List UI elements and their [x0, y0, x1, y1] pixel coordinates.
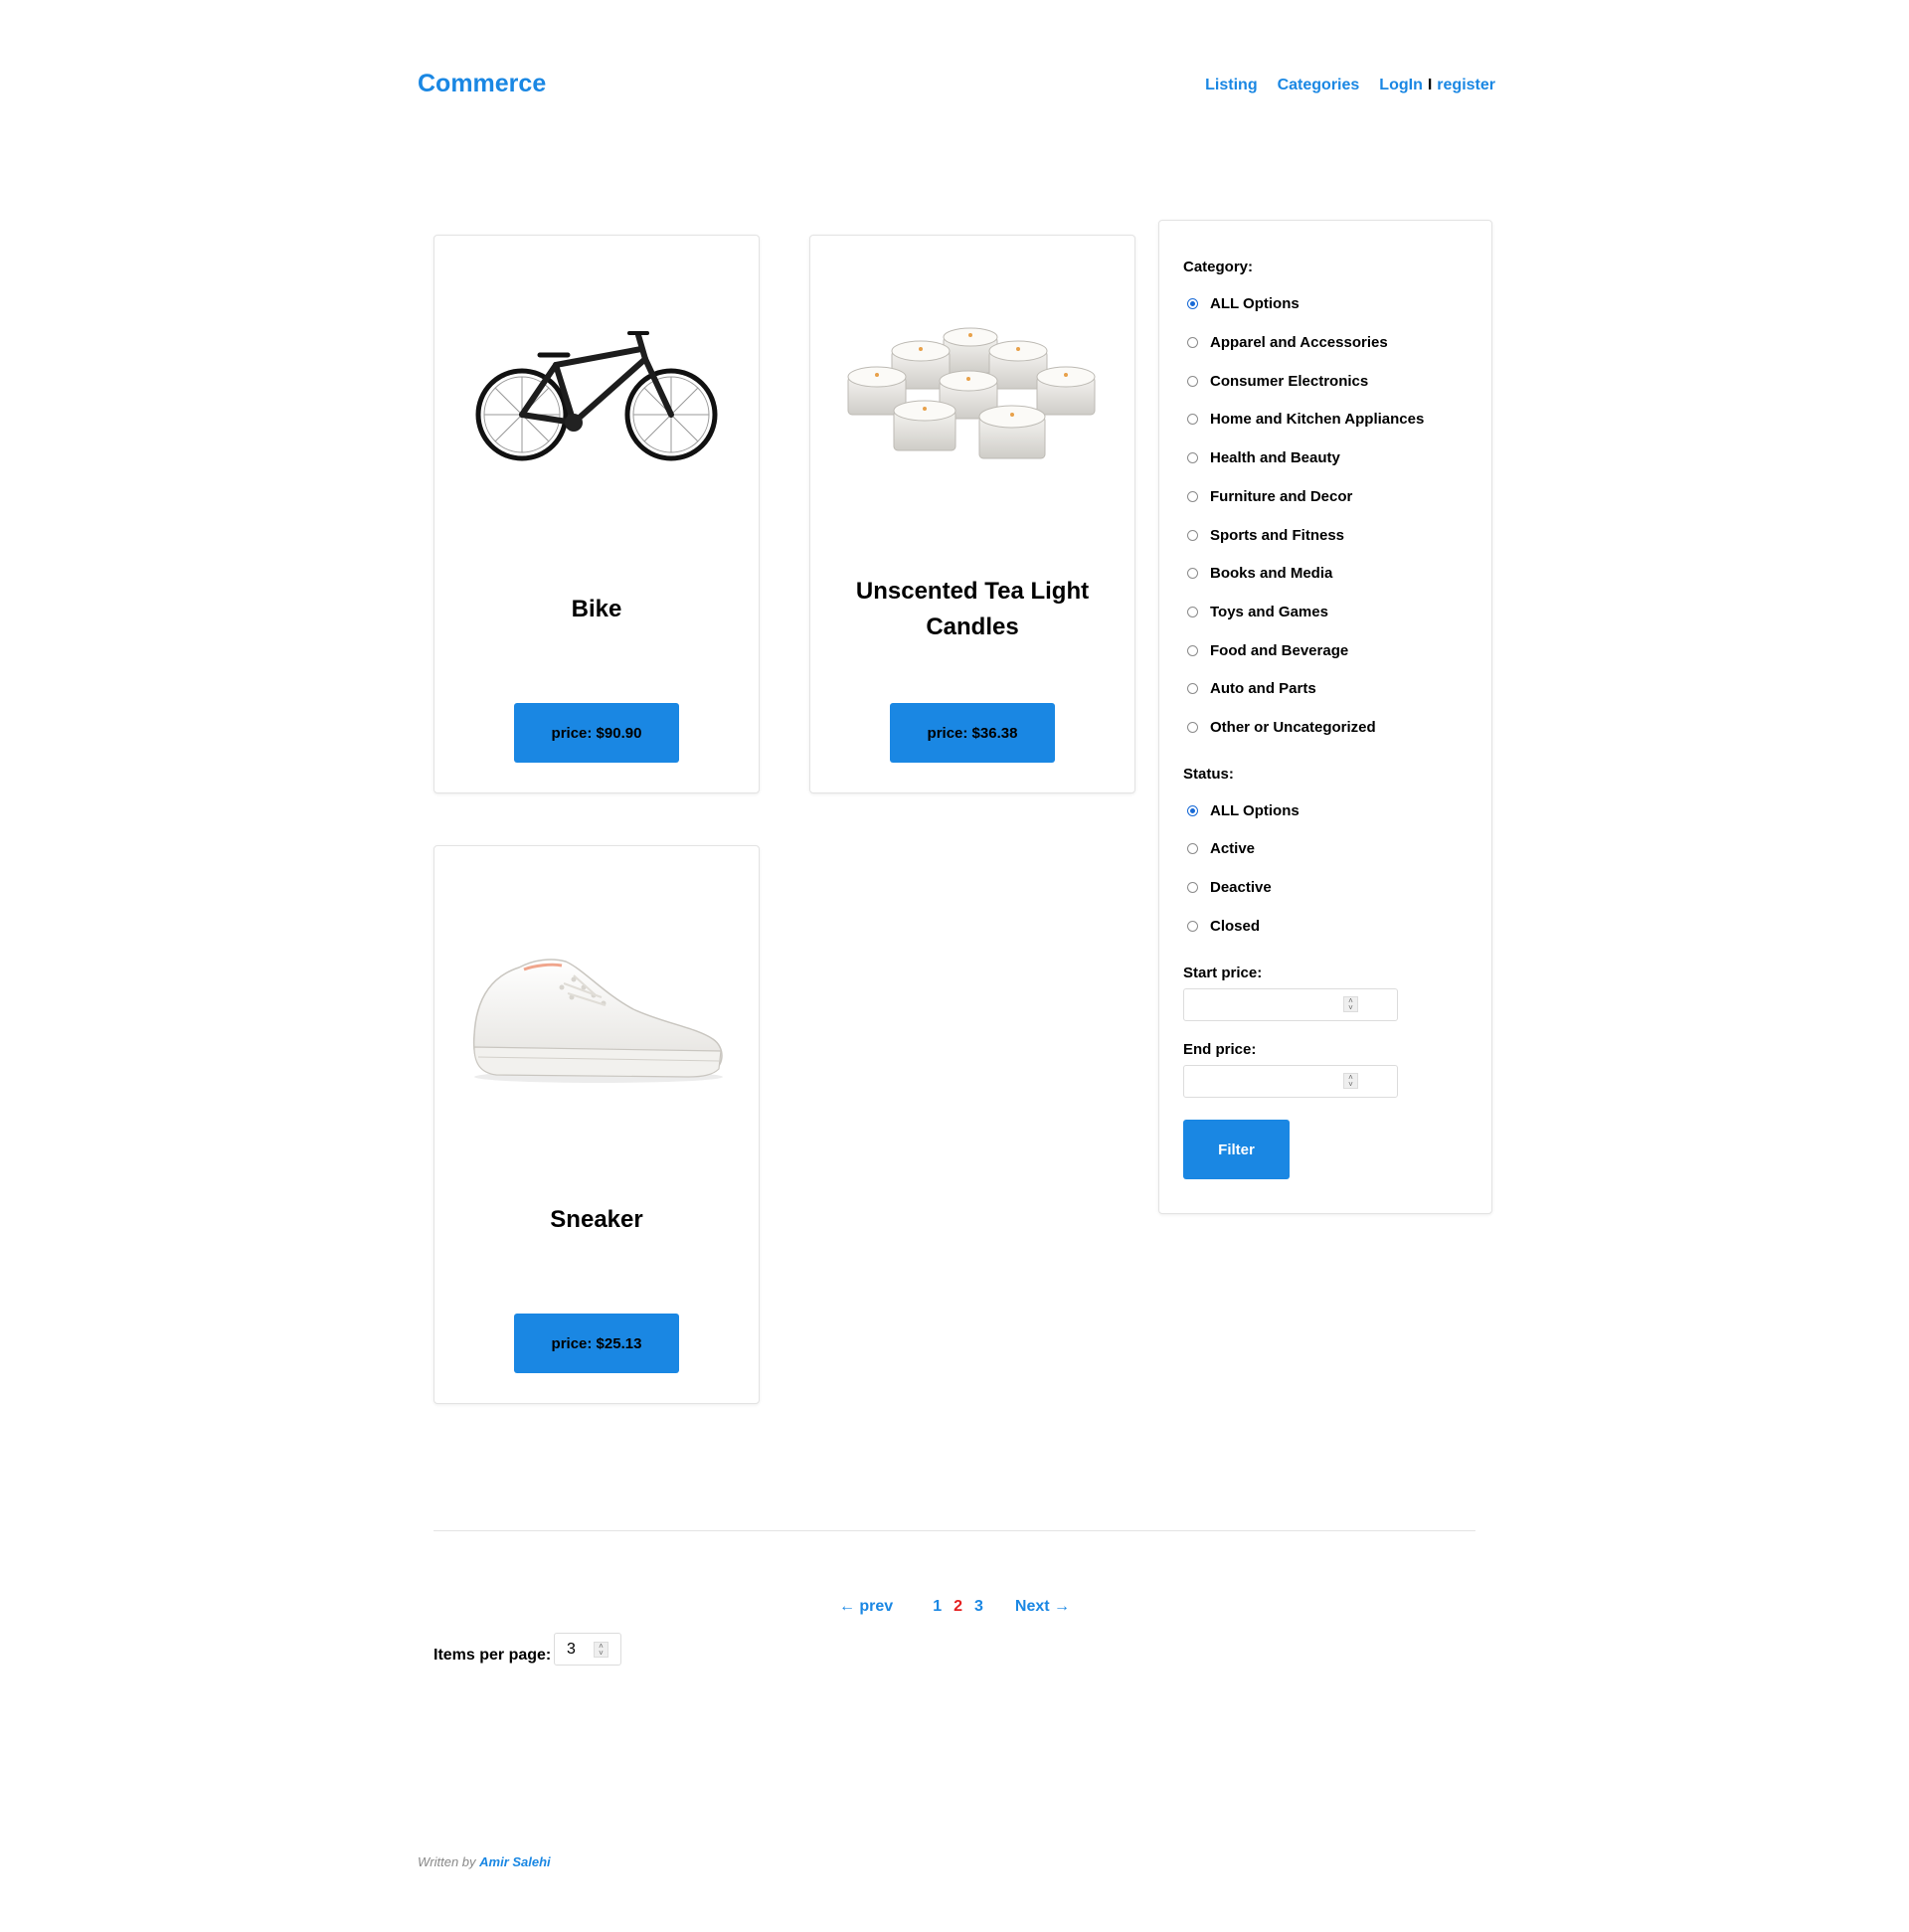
items-per-page-stepper-icon[interactable]: ˄ ˅: [594, 1642, 608, 1658]
price-button[interactable]: price: $90.90: [514, 703, 679, 763]
prev-page-link[interactable]: ← prev: [839, 1598, 893, 1616]
category-option-home-kitchen[interactable]: Home and Kitchen Appliances: [1187, 409, 1424, 429]
nav-categories[interactable]: Categories: [1278, 77, 1360, 94]
nav-register[interactable]: register: [1437, 77, 1495, 94]
radio[interactable]: [1187, 375, 1198, 387]
filter-panel: Category: ALL Options Apparel and Access…: [1158, 220, 1492, 1214]
nav-separator: I: [1427, 77, 1433, 93]
footer-author-link[interactable]: Amir Salehi: [479, 1854, 551, 1869]
category-option-food[interactable]: Food and Beverage: [1187, 640, 1348, 660]
radio[interactable]: [1187, 644, 1198, 656]
listing-title[interactable]: Bike: [454, 574, 739, 645]
radio[interactable]: [1187, 490, 1198, 502]
status-option-all[interactable]: ALL Options: [1187, 800, 1300, 820]
status-option-deactive[interactable]: Deactive: [1187, 877, 1272, 897]
candles-image: [810, 325, 1134, 474]
status-option-active[interactable]: Active: [1187, 838, 1255, 858]
listing-title[interactable]: Unscented Tea Light Candles: [830, 574, 1115, 645]
divider: [434, 1530, 1475, 1531]
brand-logo[interactable]: Commerce: [418, 70, 546, 98]
items-per-page-input[interactable]: 3 ˄ ˅: [554, 1633, 621, 1666]
radio[interactable]: [1187, 529, 1198, 541]
status-option-closed[interactable]: Closed: [1187, 916, 1260, 936]
radio[interactable]: [1187, 567, 1198, 579]
radio[interactable]: [1187, 606, 1198, 617]
listing-card[interactable]: Unscented Tea Light Candles price: $36.3…: [809, 235, 1135, 793]
end-price-input[interactable]: [1183, 1065, 1398, 1098]
radio[interactable]: [1187, 721, 1198, 733]
category-option-apparel[interactable]: Apparel and Accessories: [1187, 332, 1388, 352]
category-option-all[interactable]: ALL Options: [1187, 293, 1300, 313]
bike-image: [434, 325, 759, 474]
page-link-2-current[interactable]: 2: [954, 1598, 962, 1616]
category-label: Category:: [1183, 259, 1254, 275]
status-label: Status:: [1183, 766, 1234, 783]
category-option-health-beauty[interactable]: Health and Beauty: [1187, 447, 1340, 467]
footer-written-by: Written by: [418, 1854, 476, 1869]
end-price-stepper-icon[interactable]: ˄ ˅: [1343, 1073, 1358, 1089]
end-price-label: End price:: [1183, 1041, 1257, 1058]
category-option-books[interactable]: Books and Media: [1187, 563, 1332, 583]
start-price-input[interactable]: [1183, 988, 1398, 1021]
radio[interactable]: [1187, 336, 1198, 348]
category-option-auto[interactable]: Auto and Parts: [1187, 678, 1316, 698]
radio-selected[interactable]: [1187, 297, 1198, 309]
radio[interactable]: [1187, 413, 1198, 425]
nav-login[interactable]: LogIn: [1379, 77, 1423, 94]
price-button[interactable]: price: $36.38: [890, 703, 1055, 763]
footer: Written by Amir Salehi: [418, 1854, 551, 1869]
radio-selected[interactable]: [1187, 804, 1198, 816]
radio[interactable]: [1187, 881, 1198, 893]
page-link-1[interactable]: 1: [933, 1598, 942, 1616]
sneaker-image: [434, 936, 759, 1085]
next-page-link[interactable]: Next →: [1015, 1598, 1070, 1616]
items-per-page-label: Items per page:: [434, 1647, 552, 1664]
listing-card[interactable]: Sneaker price: $25.13: [434, 845, 760, 1404]
radio[interactable]: [1187, 682, 1198, 694]
radio[interactable]: [1187, 920, 1198, 932]
start-price-stepper-icon[interactable]: ˄ ˅: [1343, 996, 1358, 1012]
top-nav: Listing Categories LogIn I register: [1185, 77, 1495, 94]
price-button[interactable]: price: $25.13: [514, 1314, 679, 1373]
category-option-furniture[interactable]: Furniture and Decor: [1187, 486, 1352, 506]
category-option-other[interactable]: Other or Uncategorized: [1187, 717, 1376, 737]
category-option-electronics[interactable]: Consumer Electronics: [1187, 371, 1368, 391]
category-option-toys[interactable]: Toys and Games: [1187, 602, 1328, 621]
radio[interactable]: [1187, 451, 1198, 463]
listing-card[interactable]: Bike price: $90.90: [434, 235, 760, 793]
category-option-sports[interactable]: Sports and Fitness: [1187, 525, 1344, 545]
page-link-3[interactable]: 3: [974, 1598, 983, 1616]
listing-title[interactable]: Sneaker: [454, 1184, 739, 1256]
start-price-label: Start price:: [1183, 965, 1263, 981]
radio[interactable]: [1187, 842, 1198, 854]
pagination: ← prev 1 2 3 Next →: [0, 1598, 1909, 1616]
nav-listing[interactable]: Listing: [1205, 77, 1257, 94]
filter-button[interactable]: Filter: [1183, 1120, 1290, 1179]
items-per-page-value: 3: [567, 1641, 576, 1658]
